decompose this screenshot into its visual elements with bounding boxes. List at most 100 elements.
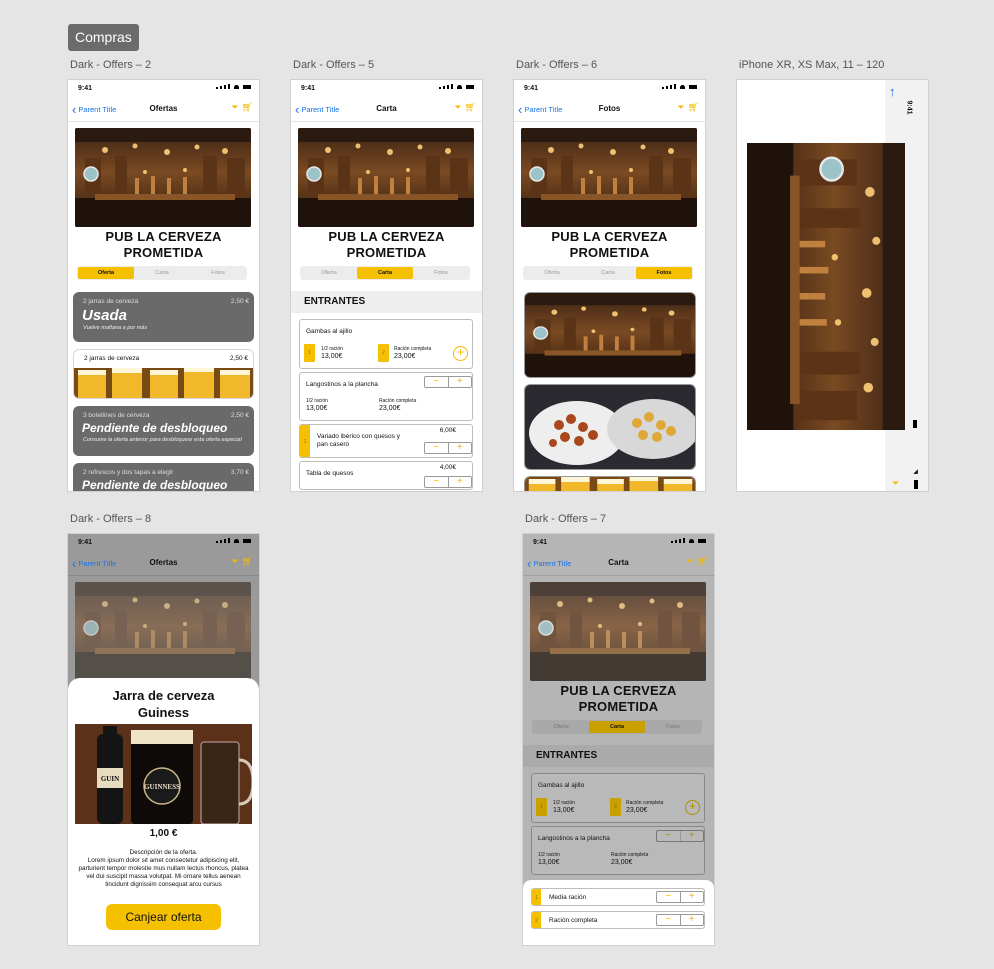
offer-card-locked[interactable]: 3 botellines de cerveza 2,50 € Pendiente … [73, 406, 254, 456]
portion-picker-sheet: 1 Media ración − + 2 Ración completa − + [523, 880, 714, 945]
page-tag[interactable]: Compras [68, 24, 139, 51]
menu-item[interactable]: Gambas al ajillo 1 1/2 ración 13,00€ 2 Ra… [531, 773, 705, 823]
filter-icon[interactable]: ⏷ [686, 557, 693, 566]
status-time: 9:41 [533, 538, 548, 546]
plus-circle-icon[interactable]: + [453, 346, 468, 361]
offer-status: Pendiente de desbloqueo [82, 478, 228, 492]
tab-oferta[interactable]: Oferta [78, 267, 134, 279]
tab-carta[interactable]: Carta [357, 267, 413, 279]
menu-item-name: Variado ibérico con quesos y pan casero [317, 433, 400, 448]
menu-item[interactable]: Gambas al ajillo 1 1/2 ración 13,00€ 2 Ra… [299, 319, 473, 369]
artboard-label[interactable]: Dark - Offers – 8 [70, 513, 151, 525]
status-bar: 9:41 [291, 80, 482, 96]
hero-image [530, 582, 706, 681]
quantity-stepper[interactable]: − + [424, 476, 472, 488]
artboard-label[interactable]: Dark - Offers – 2 [70, 59, 151, 71]
quantity-stepper[interactable]: − + [424, 442, 472, 454]
half-price: 1/2 ración 13,00€ [538, 852, 560, 866]
tab-oferta[interactable]: Oferta [301, 267, 357, 279]
pub-name: PUB LA CERVEZA PROMETIDA [105, 229, 222, 260]
artboard-label[interactable]: Dark - Offers – 5 [293, 59, 374, 71]
tab-carta[interactable]: Carta [589, 721, 645, 733]
half-price: 1/2 ración 13,00€ [553, 800, 575, 814]
filter-icon[interactable]: ⏷ [454, 103, 461, 112]
pub-name: PUB LA CERVEZA PROMETIDA [328, 229, 445, 260]
filter-icon[interactable]: ⏷ [677, 103, 684, 112]
portion-number: 2 [532, 912, 541, 928]
tab-carta[interactable]: Carta [580, 267, 636, 279]
gallery-photo[interactable] [524, 292, 696, 378]
cart-icon[interactable]: 🛒︎ [242, 103, 253, 112]
back-button[interactable]: ‹ Parent Title [72, 550, 116, 576]
status-time: 9:41 [905, 100, 913, 115]
cart-icon[interactable]: 🛒︎ [688, 103, 699, 112]
offer-desc: 3 botellines de cerveza [83, 412, 150, 419]
segmented-control: Oferta Carta Fotos [77, 266, 247, 280]
hero-image [75, 128, 251, 227]
offer-status: Usada [82, 307, 128, 324]
menu-item[interactable]: 1 Variado ibérico con quesos y pan casero… [299, 424, 473, 458]
menu-item-name: Langostinos a la plancha [538, 835, 610, 842]
artboard-offers-8: 9:41 ‹ Parent Title Ofertas ⏷ 🛒︎ Jarra de … [67, 533, 260, 946]
nav-title: Fotos [598, 104, 621, 113]
back-button[interactable]: ‹ Parent Title [72, 96, 116, 122]
offer-card[interactable]: 2 jarras de cerveza 2,50 € [73, 349, 254, 399]
quantity-stepper[interactable]: − + [656, 891, 704, 903]
menu-item[interactable]: Langostinos a la plancha − + 1/2 ración 13… [531, 826, 705, 875]
quantity-stepper[interactable]: − + [424, 376, 472, 388]
back-button[interactable]: ‹ Parent Title [518, 96, 562, 122]
portion-option[interactable]: 2 Ración completa − + [531, 911, 705, 929]
artboard-label[interactable]: Dark - Offers – 6 [516, 59, 597, 71]
tab-fotos[interactable]: Fotos [190, 267, 246, 279]
cart-icon[interactable]: 🛒︎ [697, 557, 708, 566]
section-header: ENTRANTES [291, 291, 482, 313]
gallery-photo[interactable] [524, 384, 696, 470]
offer-status-sub: Vuelve mañana a por más [83, 325, 148, 331]
tab-fotos[interactable]: Fotos [636, 267, 692, 279]
artboard-label[interactable]: iPhone XR, XS Max, 11 – 120 [739, 59, 884, 71]
menu-item[interactable]: Langostinos a la plancha − + 1/2 ración 13… [299, 372, 473, 421]
quantity-stepper[interactable]: − + [656, 914, 704, 926]
menu-item-name: Gambas al ajillo [306, 328, 353, 335]
redeem-offer-button[interactable]: Canjear oferta [106, 904, 221, 930]
offer-card-locked[interactable]: 2 refrescos y dos tapas a elegir 3,70 € P… [73, 463, 254, 492]
arrow-up-icon[interactable]: ↑ [889, 84, 896, 99]
artboard-photo-viewer: 9:41 ↑ ◥ ⏷ [736, 79, 929, 492]
cart-icon[interactable]: 🛒︎ [242, 557, 253, 566]
tab-fotos[interactable]: Fotos [645, 721, 701, 733]
chevron-left-icon: ‹ [72, 101, 77, 117]
status-icons [216, 84, 251, 89]
filter-icon[interactable]: ⏷ [892, 478, 899, 489]
status-bar: 9:41 [523, 534, 714, 550]
artboard-label[interactable]: Dark - Offers – 7 [525, 513, 606, 525]
back-button[interactable]: ‹ Parent Title [295, 96, 339, 122]
offer-price: 3,70 € [230, 469, 249, 476]
gallery-photo[interactable] [524, 476, 696, 492]
pub-name: PUB LA CERVEZA PROMETIDA [560, 683, 677, 714]
tab-oferta[interactable]: Oferta [524, 267, 580, 279]
chevron-left-icon: ‹ [72, 555, 77, 571]
section-header: ENTRANTES [523, 745, 714, 767]
menu-item[interactable]: Tabla de quesos 4,00€ − + [299, 461, 473, 490]
offer-desc: 2 refrescos y dos tapas a elegir [83, 469, 174, 476]
tab-oferta[interactable]: Oferta [533, 721, 589, 733]
cart-icon[interactable]: 🛒︎ [465, 103, 476, 112]
tab-fotos[interactable]: Fotos [413, 267, 469, 279]
plus-circle-icon[interactable]: + [685, 800, 700, 815]
filter-icon[interactable]: ⏷ [231, 557, 238, 566]
tab-carta[interactable]: Carta [134, 267, 190, 279]
status-icons [662, 84, 697, 89]
back-label: Parent Title [524, 104, 563, 114]
status-time: 9:41 [301, 84, 316, 92]
filter-icon[interactable]: ⏷ [231, 103, 238, 112]
back-button[interactable]: ‹ Parent Title [527, 550, 571, 576]
half-tag: 1 [304, 344, 315, 362]
hero-image [298, 128, 474, 227]
offer-card-used[interactable]: 2 jarras de cerveza 2,50 € Usada Vuelve m… [73, 292, 254, 342]
status-time: 9:41 [78, 84, 93, 92]
nav-bar: ‹ Parent Title Ofertas ⏷ 🛒︎ [68, 550, 259, 576]
quantity-stepper[interactable]: − + [656, 830, 704, 842]
portion-option[interactable]: 1 Media ración − + [531, 888, 705, 906]
status-bar: 9:41 [68, 534, 259, 550]
offer-price: 2,50 € [230, 298, 249, 305]
